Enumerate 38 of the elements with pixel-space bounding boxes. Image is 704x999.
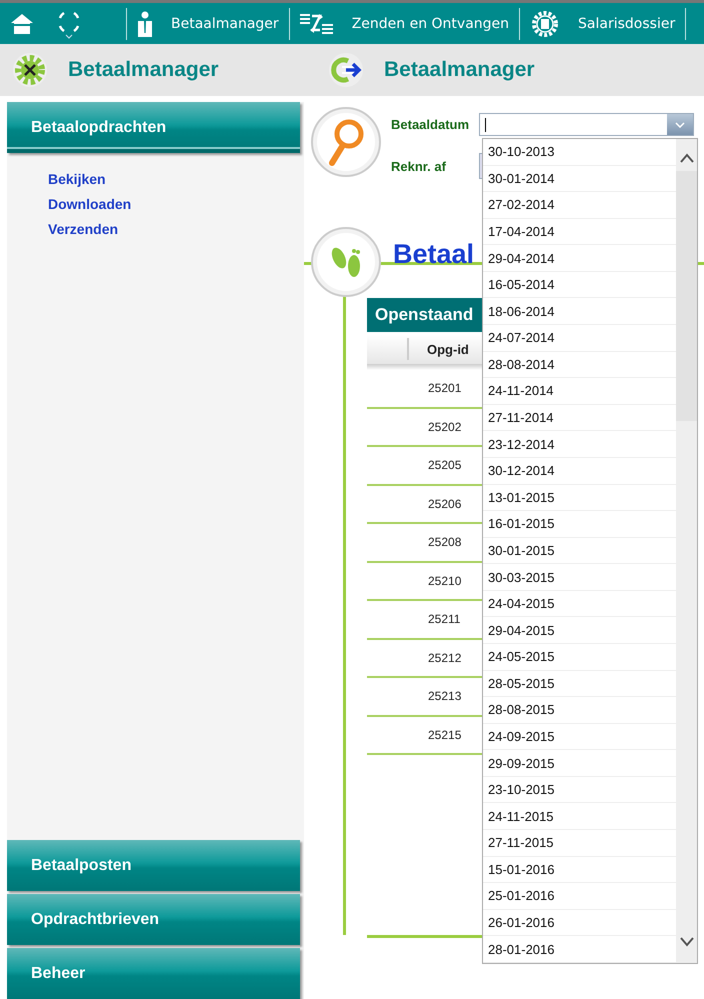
page-title: Betaalmanager bbox=[384, 58, 535, 82]
sidebar-link[interactable]: Downloaden bbox=[48, 196, 132, 212]
table-cell: 25206 bbox=[428, 496, 462, 511]
accordion-header[interactable]: Betaalopdrachten bbox=[7, 102, 300, 153]
accordion-header[interactable]: Betaalposten bbox=[7, 840, 300, 891]
tools-gear-icon bbox=[12, 52, 48, 88]
chevron-down-icon bbox=[675, 122, 685, 128]
field-label: Reknr. af bbox=[391, 158, 447, 174]
section-title: Betaal bbox=[393, 239, 474, 270]
sidebar-link[interactable]: Verzenden bbox=[48, 221, 118, 237]
page-title: Betaalmanager bbox=[68, 58, 219, 82]
table-title: Openstaand bbox=[375, 305, 474, 325]
accordion-header[interactable]: Opdrachtbrieven bbox=[7, 894, 300, 945]
transfer-icon bbox=[300, 12, 334, 36]
nav-tab[interactable]: Zenden en Ontvangen bbox=[290, 3, 520, 44]
nav-tab[interactable]: Betaalmanager bbox=[127, 3, 289, 44]
column-header: Opg-id bbox=[427, 342, 469, 356]
table-cell: 25212 bbox=[428, 650, 462, 665]
person-icon bbox=[137, 10, 153, 36]
table-cell: 25211 bbox=[428, 612, 460, 626]
nav-tab[interactable]: Salarisdossier bbox=[520, 3, 686, 44]
sidebar-link[interactable]: Bekijken bbox=[48, 171, 106, 187]
table-cell: 25213 bbox=[428, 689, 462, 704]
scroll-down-icon[interactable] bbox=[680, 937, 694, 947]
date-combobox[interactable] bbox=[479, 113, 694, 136]
table-cell: 25210 bbox=[428, 574, 462, 588]
table-cell: 25208 bbox=[428, 535, 462, 550]
table-cell: 25201 bbox=[428, 381, 462, 396]
table-cell: 25202 bbox=[428, 420, 462, 434]
table-cell: 25205 bbox=[428, 458, 462, 472]
scroll-up-icon[interactable] bbox=[680, 153, 694, 163]
scrollbar[interactable] bbox=[676, 139, 697, 963]
field-label: Betaaldatum bbox=[391, 117, 470, 132]
accordion-header[interactable]: Beheer bbox=[7, 948, 300, 999]
magnifier-icon bbox=[310, 106, 382, 178]
home-icon[interactable] bbox=[10, 12, 34, 36]
gear-icon bbox=[530, 8, 560, 38]
table-cell: 25215 bbox=[428, 728, 462, 742]
